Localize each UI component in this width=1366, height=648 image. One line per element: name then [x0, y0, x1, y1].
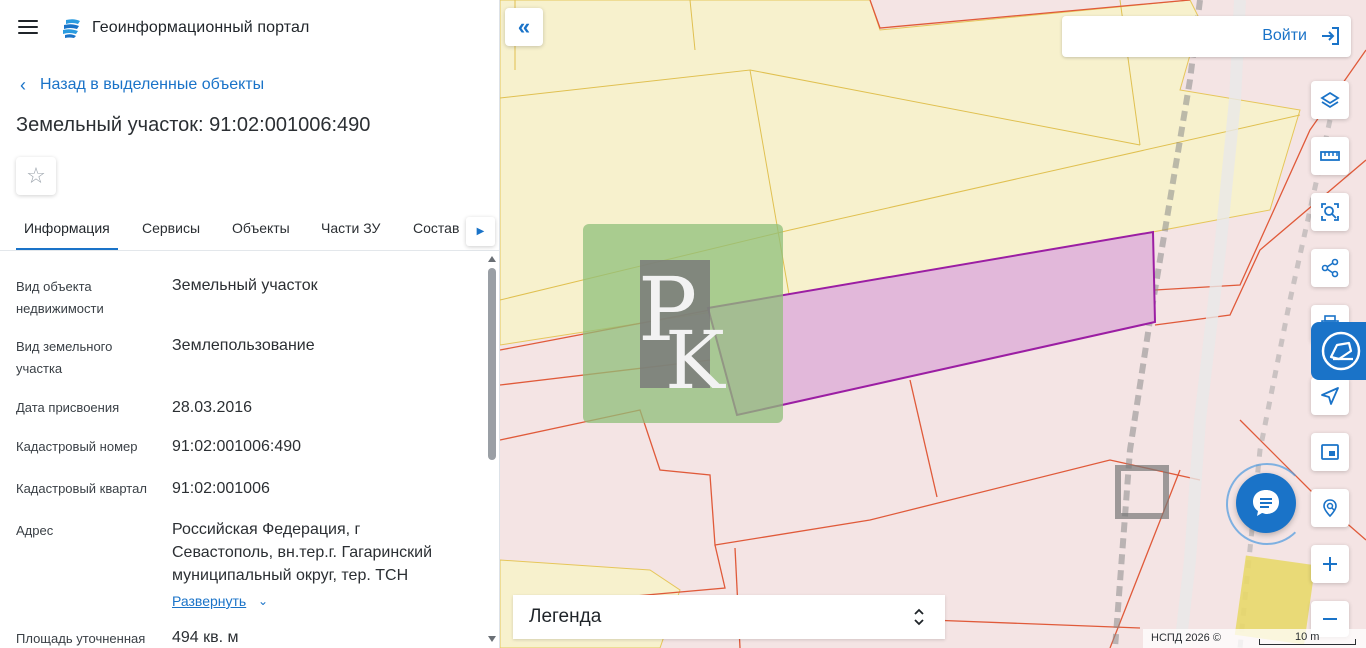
chevron-up-down-icon — [914, 608, 924, 626]
map-attribution: НСПД 2026 © 10 m — [1143, 629, 1366, 648]
login-icon — [1322, 27, 1339, 45]
app: Геоинформационный портал ‹ Назад в выдел… — [0, 0, 1366, 648]
info-label: Адрес — [16, 523, 54, 538]
object-title: Земельный участок: 91:02:001006:490 — [16, 114, 371, 136]
caret-right-icon: ▶ — [476, 226, 485, 237]
active-tab-indicator — [16, 248, 118, 250]
info-value: 91:02:001006:490 — [172, 438, 302, 455]
select-search-button[interactable] — [1311, 193, 1349, 231]
svg-text:K: K — [665, 314, 726, 407]
info-scrollbar[interactable] — [487, 256, 497, 648]
tab-objects[interactable]: Объекты — [232, 220, 290, 236]
info-label: Площадь уточненная — [16, 631, 146, 646]
double-chevron-left-icon: « — [517, 14, 531, 39]
feedback-icon — [1321, 331, 1361, 371]
scroll-down-icon[interactable] — [488, 636, 496, 642]
info-label: Кадастровый квартал — [16, 481, 147, 496]
chat-button[interactable] — [1236, 473, 1296, 533]
ruler-button[interactable] — [1311, 137, 1349, 175]
info-value: 91:02:001006 — [172, 480, 270, 497]
chat-icon — [1253, 490, 1279, 516]
zoom-in-button[interactable] — [1311, 545, 1349, 583]
app-title: Геоинформационный портал — [92, 19, 310, 36]
login-label: Войти — [1262, 27, 1307, 44]
ruler-icon — [1320, 151, 1340, 161]
info-label: Дата присвоения — [16, 400, 120, 415]
layers-button[interactable] — [1311, 81, 1349, 119]
map-layers: P K — [500, 0, 1366, 648]
top-bar: Геоинформационный портал — [0, 0, 499, 56]
info-value: Земельный участок — [172, 277, 318, 294]
info-value: Землепользование — [172, 337, 315, 354]
attribution-text: НСПД 2026 © — [1151, 632, 1221, 644]
select-search-icon — [1321, 203, 1339, 221]
info-label: Вид объекта недвижимости — [16, 279, 104, 316]
scroll-thumb[interactable] — [488, 268, 496, 460]
back-link-label: Назад в выделенные объекты — [40, 76, 265, 93]
legend-label: Легенда — [529, 606, 602, 627]
navigate-icon — [1321, 387, 1339, 405]
feedback-button[interactable] — [1311, 322, 1366, 380]
expand-link[interactable]: Развернуть — [172, 593, 246, 609]
info-value: Российская Федерация, г Севастополь, вн.… — [172, 521, 433, 584]
tab-parts[interactable]: Части ЗУ — [321, 220, 380, 236]
scale-label: 10 m — [1295, 631, 1320, 643]
collapse-panel-button[interactable]: « — [505, 8, 543, 46]
tab-composition[interactable]: Состав — [413, 220, 459, 236]
minimap-icon — [1321, 444, 1339, 460]
location-search-icon — [1323, 499, 1337, 518]
legend-dropdown[interactable]: Легенда — [513, 595, 945, 639]
menu-icon[interactable] — [18, 20, 38, 36]
info-value: 494 кв. м — [172, 629, 239, 646]
location-search-button[interactable] — [1311, 489, 1349, 527]
side-panel: Геоинформационный портал ‹ Назад в выдел… — [0, 0, 500, 648]
favorite-button[interactable]: ☆ — [16, 157, 56, 195]
info-value: 28.03.2016 — [172, 399, 253, 416]
chevron-left-icon: ‹ — [20, 75, 26, 95]
tabs-scroll-right-button[interactable]: ▶ — [466, 217, 495, 246]
tab-services[interactable]: Сервисы — [142, 220, 200, 236]
share-icon — [1321, 258, 1339, 278]
back-to-selected-link[interactable]: ‹ Назад в выделенные объекты — [20, 74, 264, 96]
info-list: Вид объекта недвижимости Земельный участ… — [0, 256, 486, 648]
zoom-in-icon — [1323, 557, 1337, 571]
scroll-up-icon[interactable] — [488, 256, 496, 262]
navigate-button[interactable] — [1311, 377, 1349, 415]
zoom-out-icon — [1323, 618, 1337, 620]
tab-bar: Информация Сервисы Объекты Части ЗУ Сост… — [0, 210, 499, 251]
star-icon: ☆ — [26, 163, 46, 188]
layers-icon — [1320, 91, 1340, 109]
login-button[interactable]: Войти — [1062, 16, 1351, 57]
map-canvas[interactable]: P K — [500, 0, 1366, 648]
share-button[interactable] — [1311, 249, 1349, 287]
tab-info[interactable]: Информация — [24, 220, 110, 236]
chevron-down-icon[interactable]: ⌄ — [258, 594, 268, 608]
info-label: Вид земельного участка — [16, 339, 113, 376]
minimap-button[interactable] — [1311, 433, 1349, 471]
info-label: Кадастровый номер — [16, 439, 138, 454]
portal-logo-icon — [63, 19, 80, 38]
